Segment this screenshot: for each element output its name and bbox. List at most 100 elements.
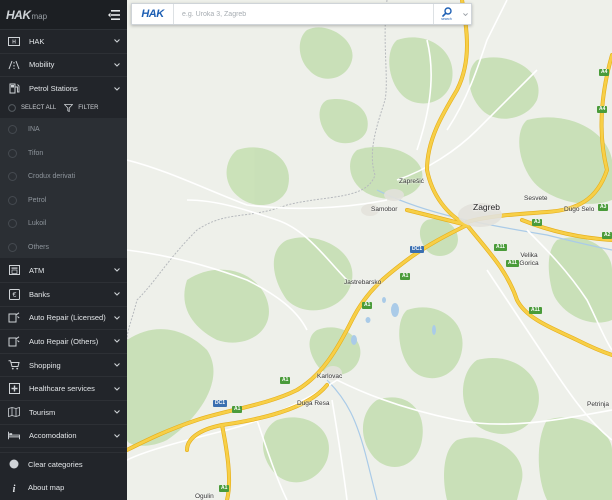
place-label-karlovac: Karlovac: [317, 373, 343, 380]
category-label: Petrol Stations: [29, 84, 78, 94]
map-canvas[interactable]: Zaprešić Samobor Zagreb Sesvete Dugo Sel…: [127, 0, 612, 500]
category-tourism[interactable]: Tourism: [0, 401, 127, 425]
clear-categories-label: Clear categories: [28, 459, 83, 469]
chevron-down-icon: [113, 408, 121, 416]
circle-icon: [8, 104, 16, 112]
brand-item-petrol[interactable]: Petrol: [0, 189, 127, 213]
about-map-button[interactable]: i About map: [0, 476, 127, 499]
category-label: Accomodation: [29, 431, 77, 441]
brand-item-ina[interactable]: INA: [0, 118, 127, 142]
category-atm[interactable]: ATM: [0, 259, 127, 283]
chevron-down-icon: [113, 314, 121, 322]
hak-brand-logo: HAK: [132, 4, 174, 24]
chevron-down-icon: [113, 37, 121, 45]
checkbox-circle-icon: [8, 242, 17, 252]
wrench-icon: [8, 335, 20, 347]
filter-button[interactable]: FILTER: [64, 104, 98, 112]
collapse-sidebar-button[interactable]: [107, 8, 121, 22]
atm-icon: [8, 264, 20, 276]
road-shield-a1: A1: [219, 485, 230, 492]
category-auto-repair-others[interactable]: Auto Repair (Others): [0, 330, 127, 354]
road-shield-dc1: DC1: [410, 246, 425, 253]
road-shield-a1: A1: [232, 406, 243, 413]
place-label-dugo-selo: Dugo Selo: [564, 206, 595, 213]
category-label: Auto Repair (Others): [29, 336, 99, 346]
category-healthcare[interactable]: Healthcare services: [0, 377, 127, 401]
select-all-button[interactable]: SELECT ALL: [8, 104, 56, 112]
category-accommodation[interactable]: Accomodation: [0, 425, 127, 449]
category-mobility[interactable]: Mobility: [0, 54, 127, 78]
bank-icon: €: [8, 288, 20, 300]
category-label: HAK: [29, 36, 45, 46]
chevron-down-icon: [113, 266, 121, 274]
checkbox-circle-icon: [8, 172, 17, 182]
chevron-down-icon: [113, 61, 121, 69]
brand-label: Others: [28, 243, 50, 251]
road-shield-a1: A1: [362, 302, 373, 309]
cart-icon: [8, 359, 20, 371]
search-button[interactable]: search: [433, 4, 459, 24]
brand-label: INA: [28, 126, 40, 134]
category-auto-repair-licensed[interactable]: Auto Repair (Licensed): [0, 307, 127, 331]
road-shield-a2: A2: [602, 232, 612, 239]
fuel-pump-icon: [8, 83, 20, 95]
road-shield-a4: A4: [597, 106, 608, 113]
svg-text:i: i: [13, 484, 16, 493]
brand-item-crodux[interactable]: Crodux derivati: [0, 165, 127, 189]
place-label-samobor: Samobor: [371, 206, 398, 213]
brand-label: Tifon: [28, 149, 44, 157]
petrol-sub-actions: SELECT ALL FILTER: [0, 98, 127, 118]
brand-item-others[interactable]: Others: [0, 236, 127, 260]
logo-main: HAK: [6, 7, 31, 22]
road-shield-a1: A1: [280, 377, 291, 384]
category-label: Banks: [29, 289, 50, 299]
brand-item-tifon[interactable]: Tifon: [0, 142, 127, 166]
place-label-petrinja: Petrinja: [587, 401, 610, 408]
svg-text:€: €: [12, 292, 16, 299]
chevron-down-icon: [462, 12, 468, 16]
sidebar: HAK map H HAK Mobility Petrol Stations S…: [0, 0, 127, 500]
place-label-zapresic: Zaprešić: [399, 178, 424, 185]
place-label-zagreb: Zagreb: [473, 202, 500, 212]
clear-categories-button[interactable]: Clear categories: [0, 452, 127, 475]
filter-icon: [64, 104, 74, 112]
category-hak[interactable]: H HAK: [0, 30, 127, 54]
search-input[interactable]: [174, 4, 433, 24]
road-shield-a3: A3: [598, 204, 609, 211]
wrench-icon: [8, 312, 20, 324]
sidebar-header: HAK map: [0, 0, 127, 30]
chevron-down-icon: [113, 290, 121, 298]
chevron-down-icon: [113, 385, 121, 393]
place-label-duga-resa: Duga Resa: [297, 400, 330, 407]
hak-map-logo[interactable]: HAK map: [6, 8, 47, 22]
category-label: Tourism: [29, 407, 56, 417]
category-label: Auto Repair (Licensed): [29, 313, 106, 323]
category-label: ATM: [29, 265, 45, 275]
road-shield-a3: A3: [532, 219, 543, 226]
category-shopping[interactable]: Shopping: [0, 354, 127, 378]
category-banks[interactable]: € Banks: [0, 283, 127, 307]
brand-item-lukoil[interactable]: Lukoil: [0, 212, 127, 236]
search-brand-label: HAK: [141, 8, 164, 20]
chevron-down-icon: [113, 85, 121, 93]
chevron-down-icon: [113, 361, 121, 369]
road-shield-a11: A11: [529, 307, 542, 314]
road-shield-a1: A1: [400, 273, 411, 280]
place-label-ogulin: Ogulin: [195, 493, 214, 500]
search-options-dropdown[interactable]: [459, 4, 471, 24]
map-fold-icon: [8, 406, 20, 418]
bed-icon: [8, 430, 20, 442]
checkbox-circle-icon: [8, 195, 17, 205]
brand-label: Crodux derivati: [28, 173, 76, 181]
checkbox-circle-icon: [8, 148, 17, 158]
search-icon: [441, 7, 452, 17]
hak-icon: H: [8, 35, 20, 47]
place-label-jastrebarsko: Jastrebarsko: [344, 279, 382, 286]
collapse-menu-icon: [108, 9, 120, 20]
category-label: Shopping: [29, 360, 61, 370]
brand-label: Lukoil: [28, 220, 47, 228]
map-graphics: [127, 0, 612, 500]
road-shield-a11: A11: [506, 260, 519, 267]
select-all-label: SELECT ALL: [21, 105, 57, 111]
filter-label: FILTER: [78, 105, 99, 111]
